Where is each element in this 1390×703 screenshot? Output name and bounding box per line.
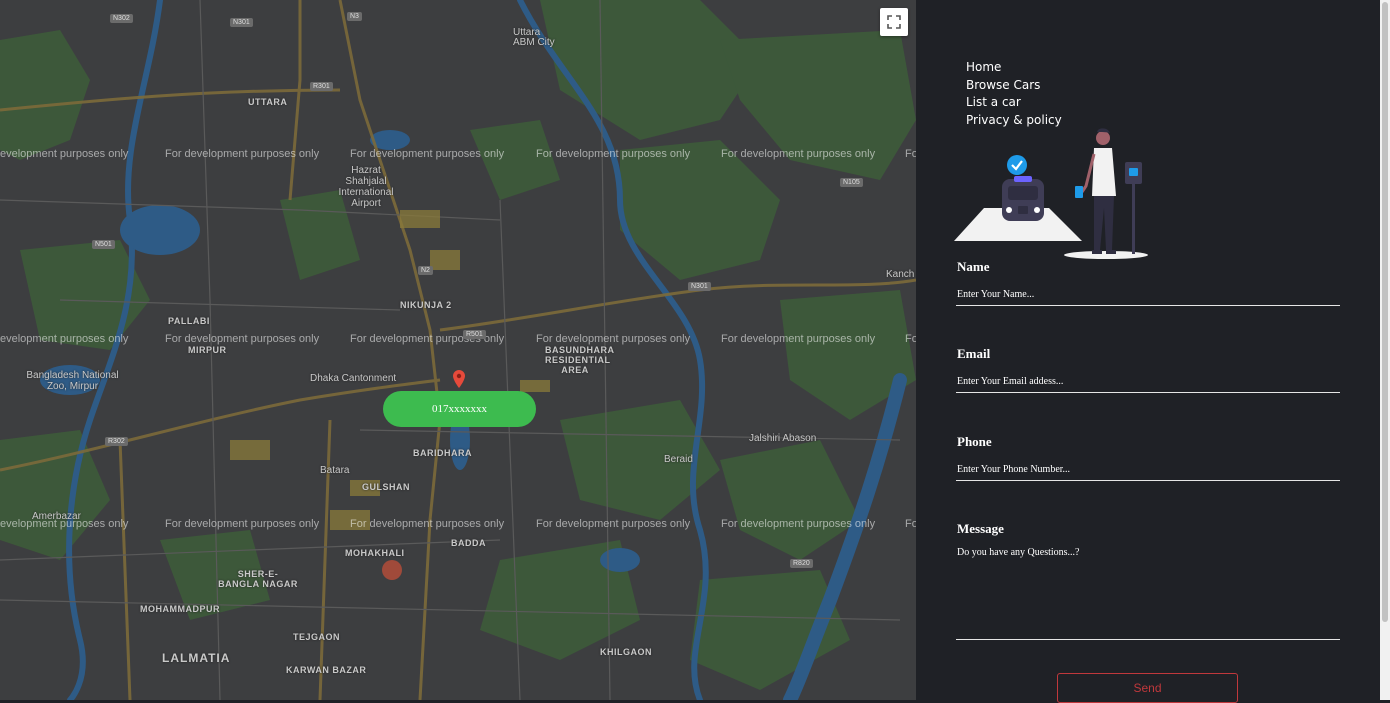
place-label: Dhaka Cantonment [310, 373, 397, 384]
place-label: MOHAKHALI [345, 548, 405, 558]
name-input[interactable] [956, 283, 1340, 306]
main-nav: Home Browse Cars List a car Privacy & po… [966, 59, 1062, 129]
place-label: UTTARA [248, 97, 288, 107]
map-watermark: For development purposes only [165, 333, 320, 345]
road-shield: N301 [230, 18, 253, 27]
place-label: Uttara ABM City [513, 27, 555, 48]
map-watermark: For development purposes only [536, 333, 691, 345]
map-watermark: For development purposes only [536, 148, 691, 160]
scrollbar-thumb[interactable] [1382, 2, 1388, 622]
map-watermark: For development purposes only [721, 148, 876, 160]
road-shield: N501 [92, 240, 115, 249]
road-shield: R501 [463, 330, 486, 339]
phone-number-label: 017xxxxxxx [432, 403, 487, 415]
map-watermark: Fo [905, 148, 916, 160]
contact-panel: Home Browse Cars List a car Privacy & po… [916, 0, 1380, 703]
place-label: Bangladesh National Zoo, Mirpur [26, 370, 119, 392]
message-textarea[interactable] [956, 545, 1340, 640]
email-input[interactable] [956, 370, 1340, 393]
fullscreen-button[interactable] [880, 8, 908, 36]
phone-label: Phone [957, 434, 992, 449]
map-watermark: Fo [905, 518, 916, 530]
taxi-illustration [954, 128, 1148, 259]
road-shield: N2 [418, 266, 433, 275]
place-label: KARWAN BAZAR [286, 665, 367, 675]
map-pin-icon[interactable] [453, 370, 465, 388]
road-shield: R301 [310, 82, 333, 91]
place-label: Jalshiri Abason [749, 433, 817, 444]
send-button[interactable]: Send [1057, 673, 1238, 703]
place-label: Kanch [886, 269, 915, 280]
road-shield: N301 [688, 282, 711, 291]
email-label: Email [957, 346, 991, 361]
place-label: BADDA [451, 538, 486, 548]
place-label: BASUNDHARA RESIDENTIAL AREA [545, 345, 615, 375]
nav-home[interactable]: Home [966, 59, 1062, 77]
place-label: TEJGAON [293, 632, 341, 642]
road-shield: R820 [790, 559, 813, 568]
map-watermark: For development purposes only [536, 518, 691, 530]
map-canvas [0, 0, 916, 700]
fullscreen-icon [887, 15, 901, 29]
nav-browse-cars[interactable]: Browse Cars [966, 77, 1062, 95]
name-label: Name [957, 259, 990, 274]
place-label: GULSHAN [362, 482, 410, 492]
road-shield: N3 [347, 12, 362, 21]
road-shield: N302 [110, 14, 133, 23]
place-label: Amerbazar [32, 511, 81, 522]
map-watermark: For development purposes only [165, 148, 320, 160]
place-label: Beraid [664, 454, 693, 465]
phone-info-bubble[interactable]: 017xxxxxxx [383, 391, 536, 427]
map-watermark: evelopment purposes only [0, 333, 129, 345]
place-label: MOHAMMADPUR [140, 604, 220, 614]
place-label: KHILGAON [600, 647, 652, 657]
place-label: NIKUNJA 2 [400, 300, 452, 310]
place-label: SHER-E-BANGLA NAGAR [218, 569, 298, 589]
place-label: LALMATIA [162, 651, 231, 665]
nav-list-a-car[interactable]: List a car [966, 94, 1062, 112]
place-label: MIRPUR [188, 345, 227, 355]
place-label: Batara [320, 465, 350, 476]
map-watermark: Fo [905, 333, 916, 345]
road-shield: R302 [105, 437, 128, 446]
place-label: PALLABI [168, 316, 210, 326]
page-scrollbar[interactable] [1380, 0, 1390, 700]
map-watermark: For development purposes only [721, 518, 876, 530]
map-watermark: For development purposes only [165, 518, 320, 530]
place-label: BARIDHARA [413, 448, 472, 458]
map-watermark: For development purposes only [350, 518, 505, 530]
road-shield: N105 [840, 178, 863, 187]
place-label: Hazrat Shahjalal International Airport [338, 165, 394, 209]
map-watermark: For development purposes only [721, 333, 876, 345]
message-label: Message [957, 521, 1004, 536]
map-watermark: For development purposes only [350, 148, 505, 160]
map-watermark: evelopment purposes only [0, 148, 129, 160]
phone-input[interactable] [956, 458, 1340, 481]
map-area[interactable]: evelopment purposes only For development… [0, 0, 916, 700]
